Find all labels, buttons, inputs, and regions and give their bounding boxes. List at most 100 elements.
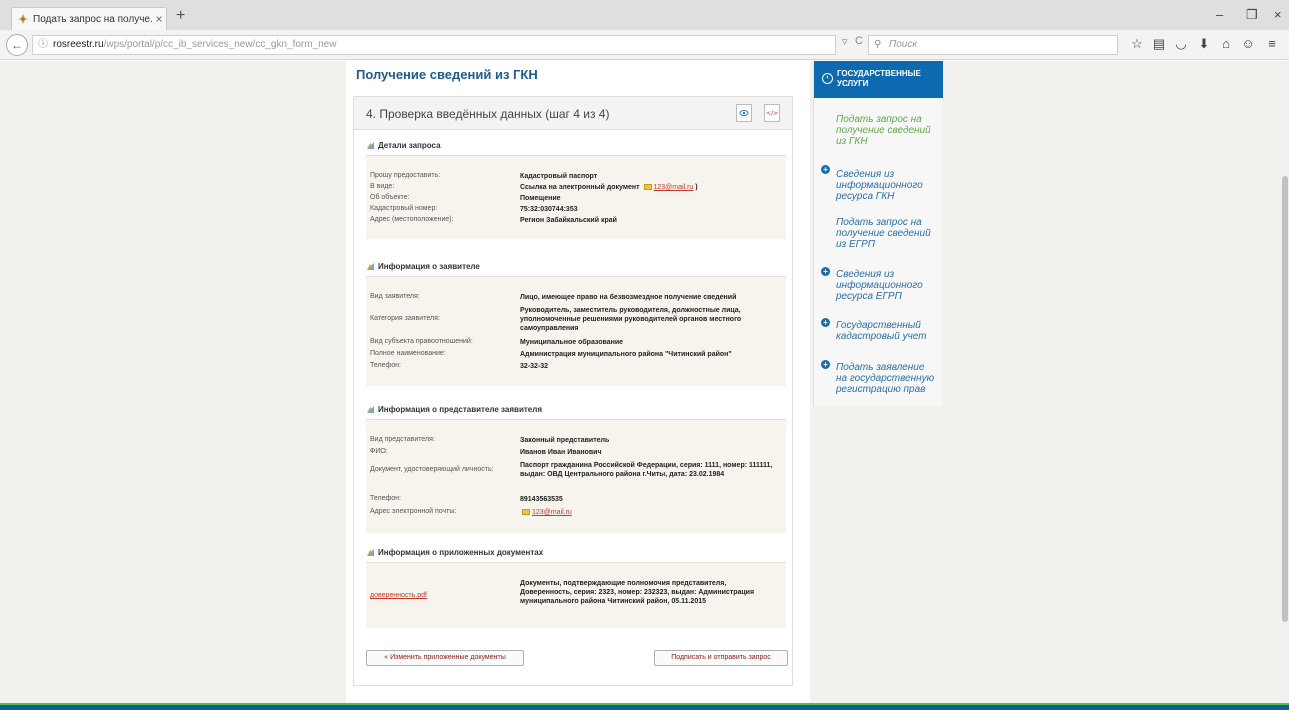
url-dropdown-icon[interactable]: ▿ [842, 35, 848, 48]
step-header: 4. Проверка введённых данных (шаг 4 из 4… [354, 97, 792, 130]
svg-text:</>: </> [766, 110, 778, 117]
tab-title: Подать запрос на получе... [33, 13, 152, 25]
label-form: В виде: [370, 183, 395, 190]
sign-and-submit-button[interactable]: Подписать и отправить запрос [654, 650, 788, 666]
attached-file-link[interactable]: доверенность.pdf [370, 592, 510, 599]
site-footer-bar [0, 703, 1289, 710]
rep-email-link[interactable]: 123@mail.ru [532, 509, 572, 516]
sidebar-item-rights-registration[interactable]: Подать заявление на государственную реги… [836, 362, 936, 395]
expand-plus-icon[interactable]: + [821, 318, 830, 327]
reading-list-icon[interactable]: ▤ [1152, 36, 1166, 52]
tab-close-icon[interactable]: × [152, 12, 166, 26]
form-value-suffix: ) [695, 184, 698, 191]
value-provide: Кадастровый паспорт [520, 173, 598, 180]
expand-plus-icon[interactable]: + [821, 267, 830, 276]
label-applicant-type: Вид заявителя: [370, 293, 420, 300]
section-applicant-box: Вид заявителя: Лицо, имеющее право на без… [366, 276, 786, 386]
label-object: Об объекте: [370, 194, 410, 201]
new-tab-button[interactable]: + [176, 8, 185, 24]
site-info-icon[interactable]: ⓘ [38, 36, 48, 54]
page-viewport: Получение сведений из ГКН 4. Проверка вв… [0, 61, 1289, 703]
search-input[interactable]: ⚲ Поиск [868, 35, 1118, 55]
label-address: Адрес (местоположение): [370, 216, 454, 223]
expand-plus-icon[interactable]: + [821, 360, 830, 369]
section-documents-title: Информация о приложенных документах [378, 548, 544, 557]
label-rep-phone: Телефон: [370, 495, 401, 502]
section-icon [366, 405, 375, 414]
section-icon [366, 141, 375, 150]
site-favicon-icon [18, 14, 28, 24]
section-representative-title: Информация о представителе заявителя [378, 405, 542, 414]
reload-icon[interactable]: C [855, 35, 863, 47]
value-rep-id-doc: Паспорт гражданина Российской Федерации,… [520, 462, 773, 478]
value-applicant-phone: 32-32-32 [520, 363, 549, 370]
section-documents-box: доверенность.pdf Документы, подтверждающ… [366, 562, 786, 628]
sidebar-item-gkn-resource[interactable]: Сведения из информационного ресурса ГКН [836, 169, 936, 202]
value-rep-name: Иванов Иван Иванович [520, 449, 602, 456]
home-icon[interactable]: ⌂ [1219, 36, 1233, 51]
section-documents-header: Информация о приложенных документах [366, 548, 543, 557]
label-rep-type: Вид представителя: [370, 436, 435, 443]
section-icon [366, 262, 375, 271]
menu-icon[interactable]: ≡ [1265, 36, 1279, 51]
maximize-button[interactable]: ❐ [1246, 7, 1258, 23]
bookmark-star-icon[interactable]: ☆ [1130, 36, 1144, 52]
label-applicant-category: Категория заявителя: [370, 315, 440, 322]
url-path: /wps/portal/p/cc_ib_services_new/cc_gkn_… [103, 39, 337, 50]
value-applicant-type: Лицо, имеющее право на безвозмездное пол… [520, 294, 737, 301]
form-value-text: Ссылка на электронный документ [520, 184, 640, 191]
section-applicant-title: Информация о заявителе [378, 262, 480, 271]
preview-icon[interactable] [736, 104, 752, 122]
label-rep-email: Адрес электронной почты: [370, 508, 457, 515]
email-envelope-icon [643, 184, 652, 191]
change-documents-button[interactable]: « Изменить приложенные документы [366, 650, 524, 666]
label-applicant-phone: Телефон: [370, 362, 401, 369]
minimize-button[interactable]: – [1216, 7, 1223, 22]
close-window-button[interactable]: × [1274, 7, 1282, 22]
attached-file-description: Документы, подтверждающие полномочия пре… [520, 580, 755, 605]
address-bar[interactable]: ⓘ rosreestr.ru/wps/portal/p/cc_ib_servic… [32, 35, 836, 55]
value-applicant-category: Руководитель, заместитель руководителя, … [520, 307, 742, 332]
url-host: rosreestr.ru [53, 39, 104, 50]
label-provide: Прошу предоставить: [370, 172, 441, 179]
value-rep-type: Законный представитель [520, 437, 610, 444]
page-title: Получение сведений из ГКН [356, 67, 538, 82]
value-full-name: Администрация муниципального района "Чит… [520, 351, 732, 358]
search-placeholder: Поиск [889, 39, 918, 50]
sidebar-item-egrp-resource[interactable]: Сведения из информационного ресурса ЕГРП [836, 269, 936, 302]
downloads-icon[interactable]: ⬇ [1197, 36, 1211, 52]
label-rep-name: ФИО: [370, 448, 388, 455]
main-content: Получение сведений из ГКН 4. Проверка вв… [346, 61, 810, 703]
section-representative-box: Вид представителя: Законный представитель… [366, 419, 786, 533]
section-request-header: Детали запроса [366, 141, 441, 150]
section-icon [366, 548, 375, 557]
tab-bar: Подать запрос на получе... × + – ❐ × [0, 0, 1289, 30]
xml-view-icon[interactable]: </> [764, 104, 780, 122]
value-rep-phone: 89143563535 [520, 496, 563, 503]
sidebar-item-request-egrp[interactable]: Подать запрос на получение сведений из Е… [836, 217, 936, 250]
value-cadastral-number: 75:32:030744:353 [520, 206, 578, 213]
pocket-icon[interactable]: ◡ [1174, 36, 1188, 52]
sidebar-header[interactable]: ‹ ГОСУДАРСТВЕННЫЕ УСЛУГИ [814, 61, 943, 98]
label-cadastral-number: Кадастровый номер: [370, 205, 438, 212]
browser-tab[interactable]: Подать запрос на получе... × [11, 7, 167, 30]
request-email-link[interactable]: 123@mail.ru [654, 184, 694, 191]
email-envelope-icon [522, 509, 530, 516]
scrollbar-thumb[interactable] [1282, 176, 1288, 622]
expand-plus-icon[interactable]: + [821, 165, 830, 174]
label-rep-id-doc: Документ, удостоверяющий личность: [370, 466, 494, 473]
collapse-arrow-icon[interactable]: ‹ [822, 73, 833, 84]
search-icon: ⚲ [874, 39, 882, 50]
extension-icon[interactable]: ☺ [1241, 36, 1255, 51]
value-object: Помещение [520, 195, 561, 202]
sidebar-item-request-gkn[interactable]: Подать запрос на получение сведений из Г… [836, 114, 936, 147]
section-request-box: Прошу предоставить: Кадастровый паспорт В… [366, 155, 786, 239]
section-representative-header: Информация о представителе заявителя [366, 405, 542, 414]
form-panel: 4. Проверка введённых данных (шаг 4 из 4… [353, 96, 793, 686]
step-title: 4. Проверка введённых данных (шаг 4 из 4… [366, 107, 610, 121]
value-subject-type: Муниципальное образование [520, 339, 624, 346]
back-button[interactable]: ← [6, 34, 28, 56]
sidebar-header-title: ГОСУДАРСТВЕННЫЕ УСЛУГИ [837, 69, 921, 88]
label-full-name: Полное наименование: [370, 350, 446, 357]
sidebar-item-cadastral-registration[interactable]: Государственный кадастровый учет [836, 320, 936, 342]
